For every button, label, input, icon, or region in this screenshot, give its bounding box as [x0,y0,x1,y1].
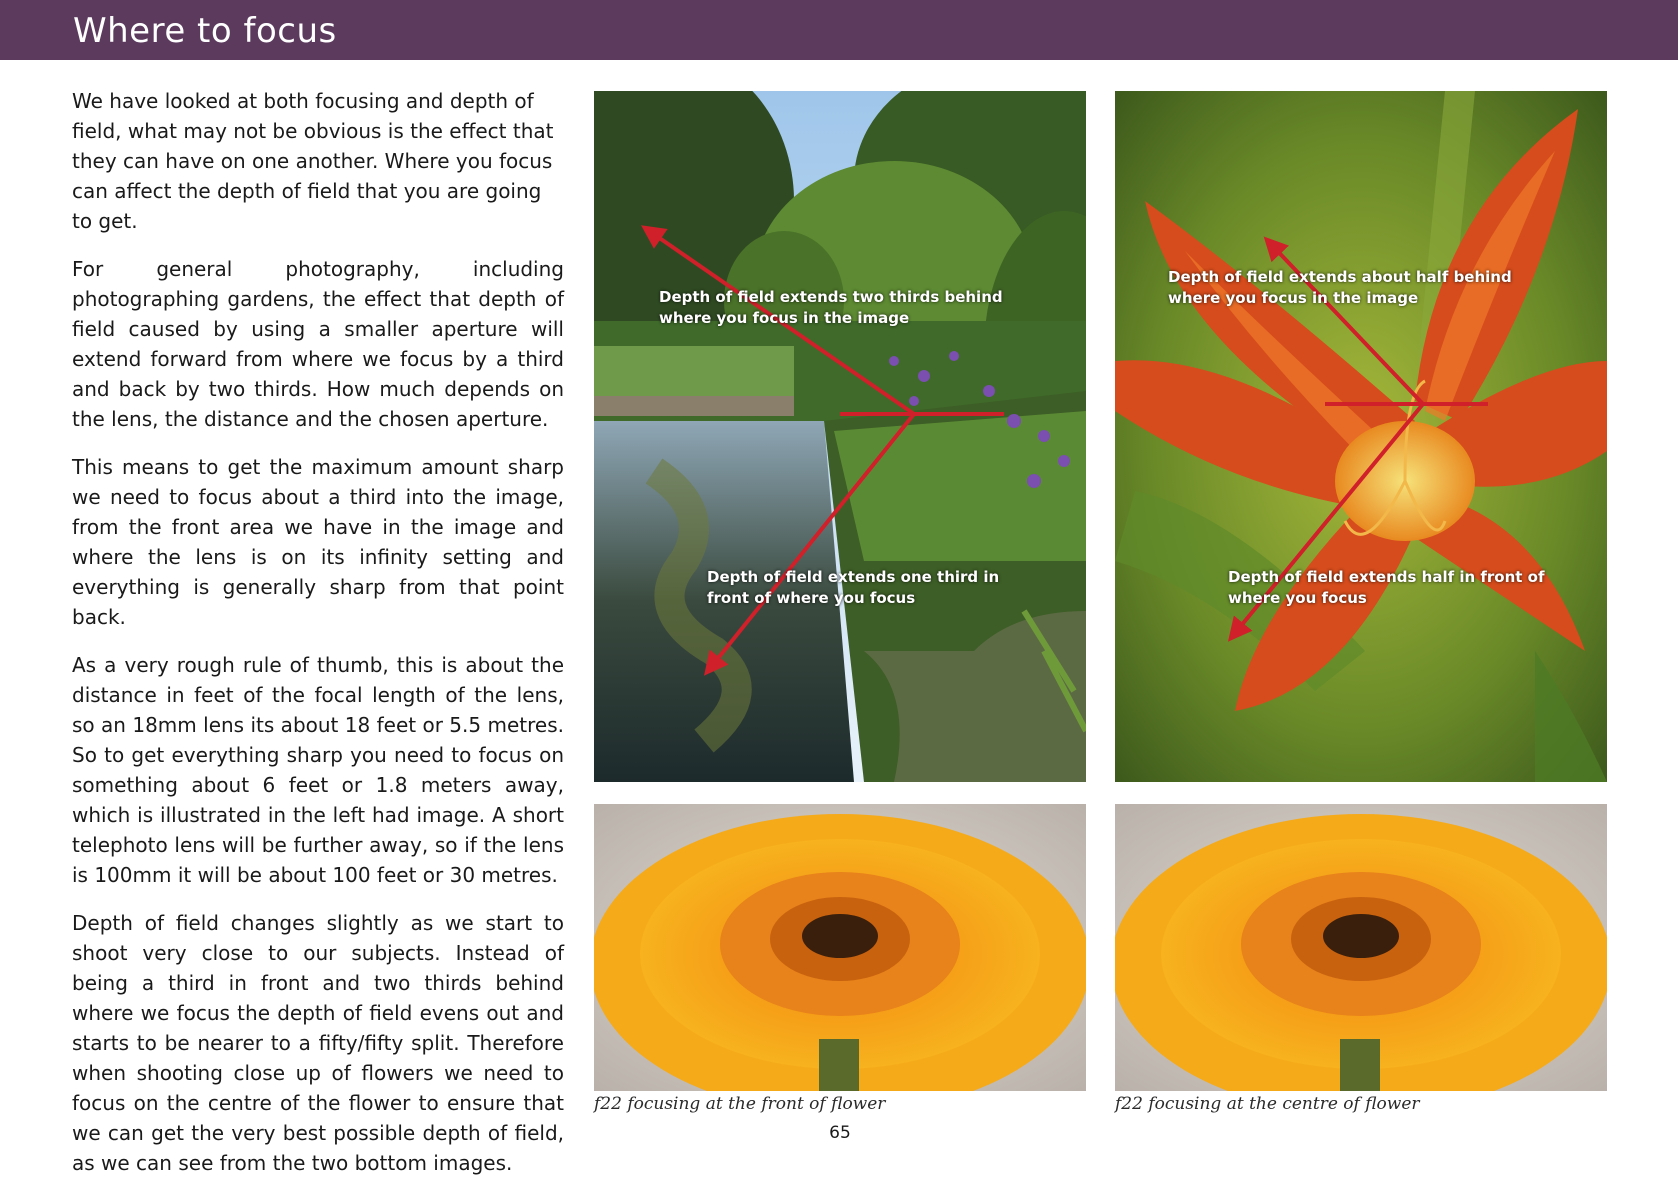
paragraph-5: Depth of field changes slightly as we st… [72,911,564,1175]
paragraph-3: This means to get the maximum amount sha… [72,455,564,629]
lily-photo: Depth of field extends about half behind… [1115,91,1607,782]
caption-front: f22 focusing at the front of flower [594,1094,886,1114]
garden-illustration [594,91,1086,782]
caption-centre: f22 focusing at the centre of flower [1115,1094,1420,1114]
body-text: We have looked at both focusing and dept… [72,86,564,1196]
gerbera-centre-photo [1115,804,1607,1091]
lily-annotation-behind: Depth of field extends about half behind… [1168,268,1512,307]
garden-annotation-front: Depth of field extends one third in fron… [707,568,1000,607]
header-bar: Where to focus [0,0,1678,60]
gerbera-front-photo [594,804,1086,1091]
paragraph-1: We have looked at both focusing and dept… [72,89,554,233]
paragraph-2: For general photography, including photo… [72,257,564,431]
lily-annotation-front: Depth of field extends half in front of … [1228,568,1545,607]
paragraph-4: As a very rough rule of thumb, this is a… [72,653,564,887]
lily-illustration [1115,91,1607,782]
garden-annotation-behind: Depth of field extends two thirds behind… [659,288,1003,327]
page-title: Where to focus [73,11,337,51]
page-number: 65 [829,1123,851,1143]
garden-photo: Depth of field extends two thirds behind… [594,91,1086,782]
gerbera-centre-illustration [1115,804,1607,1091]
gerbera-front-illustration [594,804,1086,1091]
